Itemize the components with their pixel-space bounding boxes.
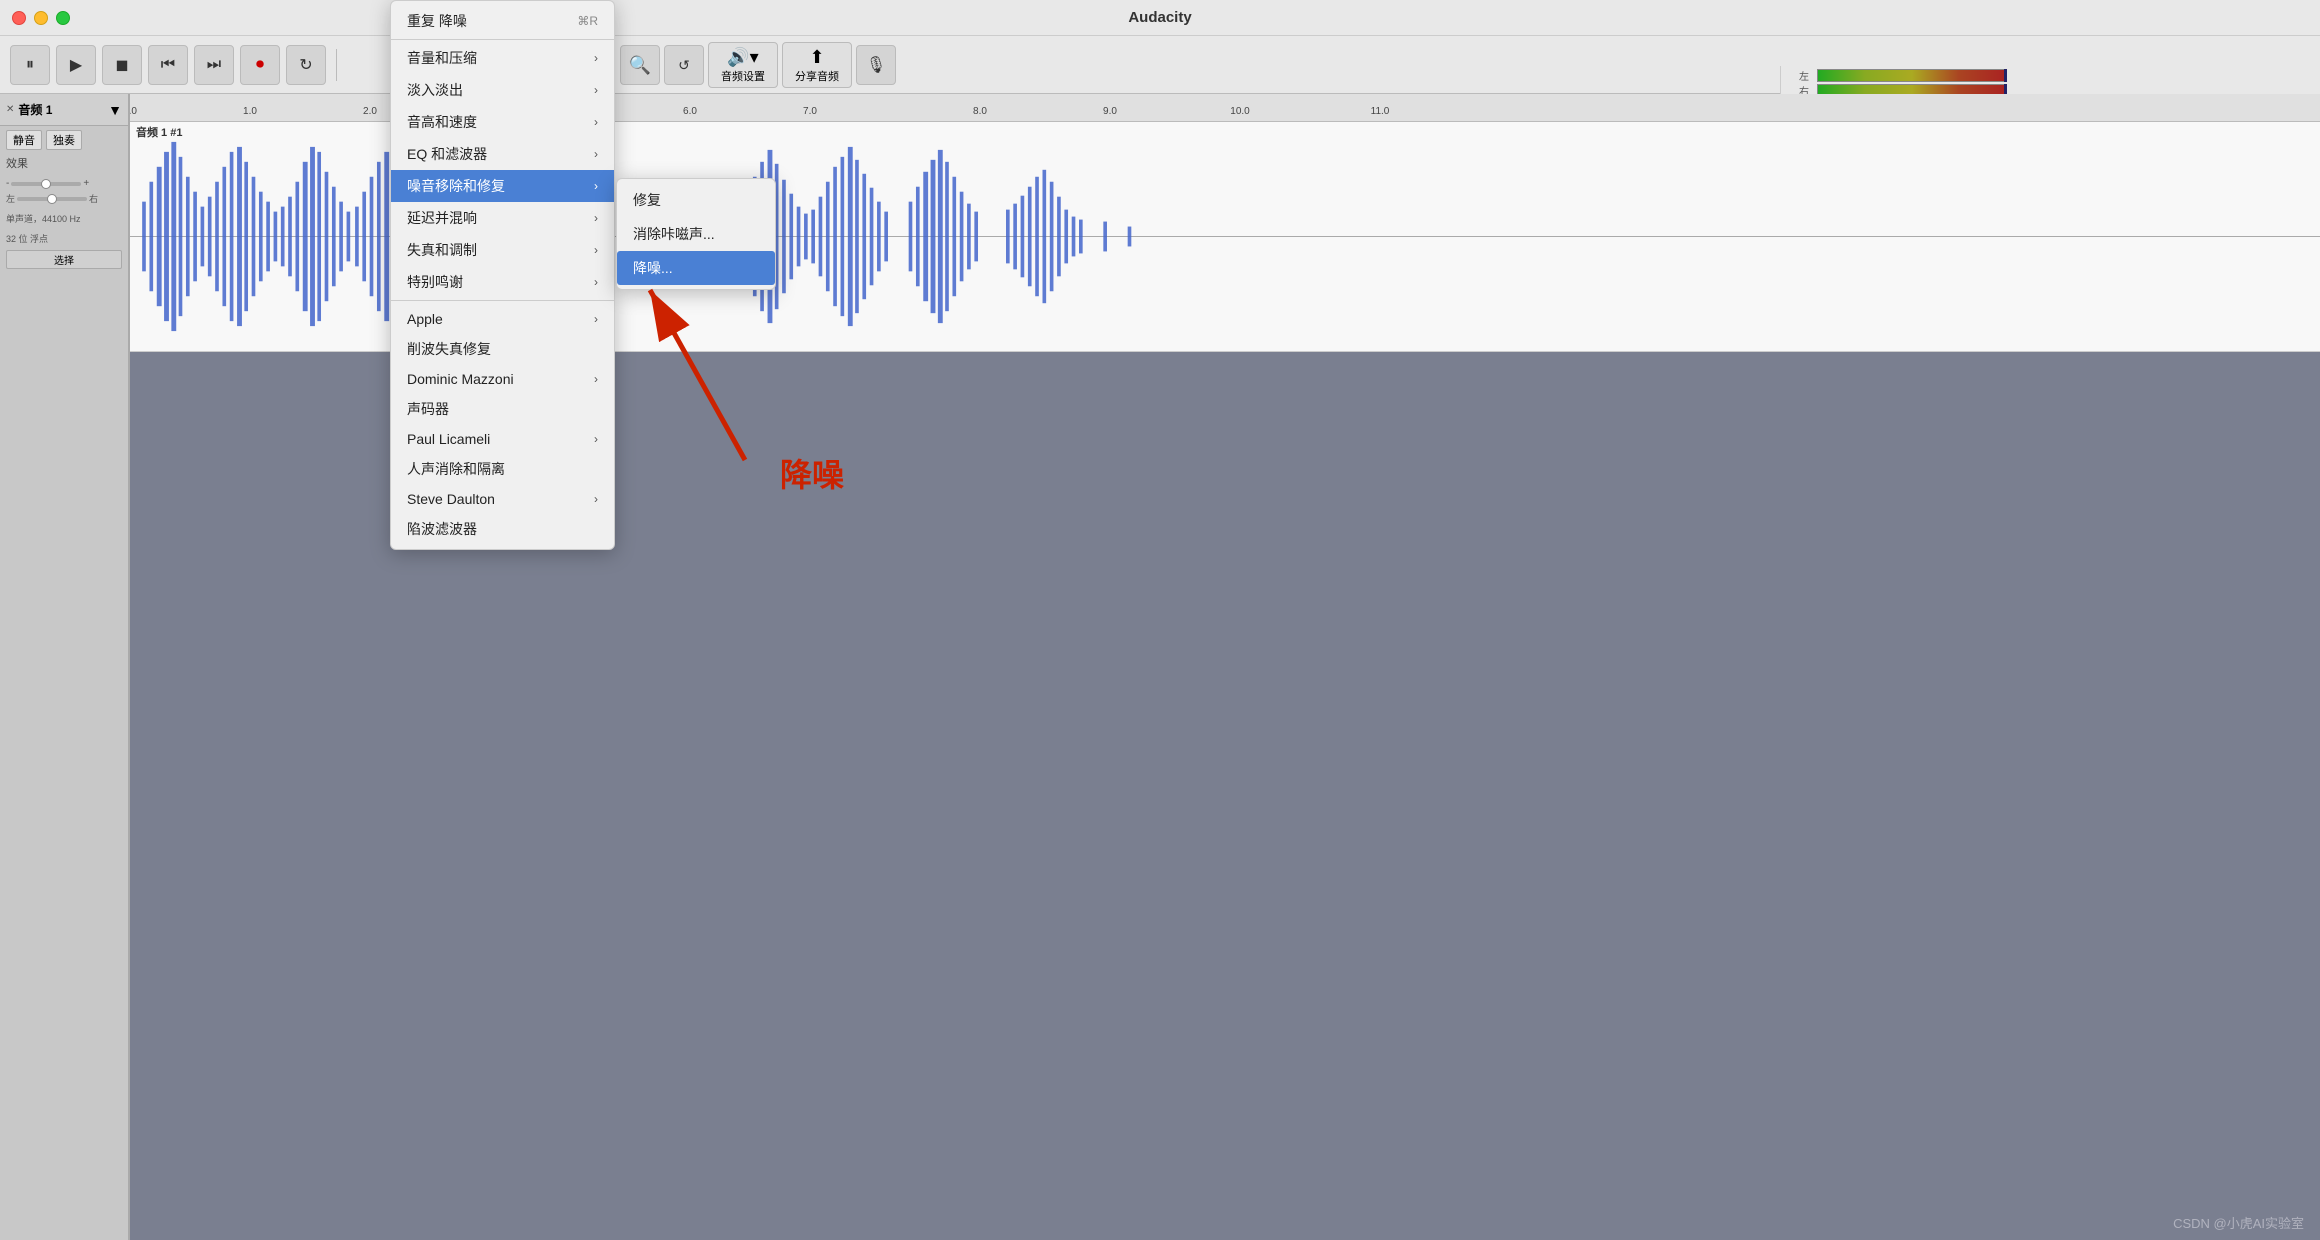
track-close-button[interactable]: ✕ bbox=[6, 104, 14, 115]
menu-item-vocoder[interactable]: 声码器 bbox=[391, 393, 614, 425]
menu-divider-1 bbox=[391, 39, 614, 40]
pan-left-label: 左 bbox=[6, 192, 15, 205]
menu-item-volume[interactable]: 音量和压缩 › bbox=[391, 42, 614, 74]
submenu-item-click[interactable]: 消除咔嗞声... bbox=[617, 217, 775, 251]
mute-solo-buttons: 静音 独奏 bbox=[6, 130, 122, 150]
gain-track[interactable] bbox=[11, 182, 81, 186]
menu-item-paul[interactable]: Paul Licameli › bbox=[391, 425, 614, 453]
main-toolbar: ⏸ ▶ ◼ ⏮ ⏭ ⏺ ↻ 🔍 ↺ 🔊▾ 音频设置 ⬆ 分享音频 🎙 左右 -5… bbox=[0, 36, 2320, 94]
toolbar-divider bbox=[336, 49, 337, 81]
menu-item-delay[interactable]: 延迟并混响 › bbox=[391, 202, 614, 234]
menu-item-notch[interactable]: 陷波滤波器 bbox=[391, 513, 614, 545]
menu-item-steve[interactable]: Steve Daulton › bbox=[391, 485, 614, 513]
zoom-in-button[interactable]: 🔍 bbox=[620, 45, 660, 85]
pan-right-label: 右 bbox=[89, 192, 98, 205]
audio-settings-button[interactable]: 🔊▾ 音频设置 bbox=[708, 42, 778, 88]
submenu-item-denoise[interactable]: 降噪... bbox=[617, 251, 775, 285]
mic-button[interactable]: 🎙 bbox=[856, 45, 896, 85]
stop-button[interactable]: ◼ bbox=[102, 45, 142, 85]
pan-track[interactable] bbox=[17, 197, 87, 201]
menu-item-vocal[interactable]: 人声消除和隔离 bbox=[391, 453, 614, 485]
effects-menu: 重复 降噪 ⌘R 音量和压缩 › 淡入淡出 › 音高和速度 › EQ 和滤波器 … bbox=[390, 0, 615, 550]
next-button[interactable]: ⏭ bbox=[194, 45, 234, 85]
track-info-line1: 单声道，44100 Hz bbox=[6, 212, 122, 225]
gain-thumb[interactable] bbox=[41, 179, 51, 189]
track-controls: 静音 独奏 效果 - + 左 右 单声道，44100 Hz 32 位 bbox=[0, 126, 128, 273]
menu-item-repeat[interactable]: 重复 降噪 ⌘R bbox=[391, 5, 614, 37]
maximize-button[interactable] bbox=[56, 11, 70, 25]
track-header: ✕ 音频 1 ▼ bbox=[0, 94, 128, 126]
play-button[interactable]: ▶ bbox=[56, 45, 96, 85]
submenu-item-repair[interactable]: 修复 bbox=[617, 183, 775, 217]
menu-item-fadein[interactable]: 淡入淡出 › bbox=[391, 74, 614, 106]
title-bar: Audacity bbox=[0, 0, 2320, 36]
zoom-undo-button[interactable]: ↺ bbox=[664, 45, 704, 85]
close-button[interactable] bbox=[12, 11, 26, 25]
mute-button[interactable]: 静音 bbox=[6, 130, 42, 150]
menu-item-credits[interactable]: 特别鸣谢 › bbox=[391, 266, 614, 301]
menu-item-dominic[interactable]: Dominic Mazzoni › bbox=[391, 365, 614, 393]
select-button[interactable]: 选择 bbox=[6, 250, 122, 269]
menu-item-clipfix[interactable]: 削波失真修复 bbox=[391, 333, 614, 365]
noise-submenu: 修复 消除咔嗞声... 降噪... bbox=[616, 178, 776, 290]
gain-slider: - + bbox=[6, 178, 122, 189]
menu-item-distortion[interactable]: 失真和调制 › bbox=[391, 234, 614, 266]
traffic-lights bbox=[12, 11, 70, 25]
effects-label: 效果 bbox=[6, 155, 122, 171]
pan-slider-row: 左 右 bbox=[6, 192, 122, 205]
track-info-line2: 32 位 浮点 bbox=[6, 232, 122, 245]
minimize-button[interactable] bbox=[34, 11, 48, 25]
pan-thumb[interactable] bbox=[47, 194, 57, 204]
watermark: CSDN @小虎AI实验室 bbox=[2173, 1213, 2304, 1232]
pause-button[interactable]: ⏸ bbox=[10, 45, 50, 85]
menu-item-noise-remove[interactable]: 噪音移除和修复 › bbox=[391, 170, 614, 202]
menu-item-apple[interactable]: Apple › bbox=[391, 305, 614, 333]
prev-button[interactable]: ⏮ bbox=[148, 45, 188, 85]
track-name: 音频 1 bbox=[18, 101, 104, 118]
loop-button[interactable]: ↻ bbox=[286, 45, 326, 85]
menu-item-pitch[interactable]: 音高和速度 › bbox=[391, 106, 614, 138]
record-button[interactable]: ⏺ bbox=[240, 45, 280, 85]
track-panel: ✕ 音频 1 ▼ 静音 独奏 效果 - + 左 bbox=[0, 94, 130, 1240]
track-menu-button[interactable]: ▼ bbox=[108, 102, 122, 118]
solo-button[interactable]: 独奏 bbox=[46, 130, 82, 150]
app-title: Audacity bbox=[1128, 9, 1191, 26]
main-area: 0.0 1.0 2.0 5.0 6.0 7.0 8.0 9.0 10.0 11.… bbox=[0, 94, 2320, 1240]
menu-item-eq[interactable]: EQ 和滤波器 › bbox=[391, 138, 614, 170]
share-audio-button[interactable]: ⬆ 分享音频 bbox=[782, 42, 852, 88]
